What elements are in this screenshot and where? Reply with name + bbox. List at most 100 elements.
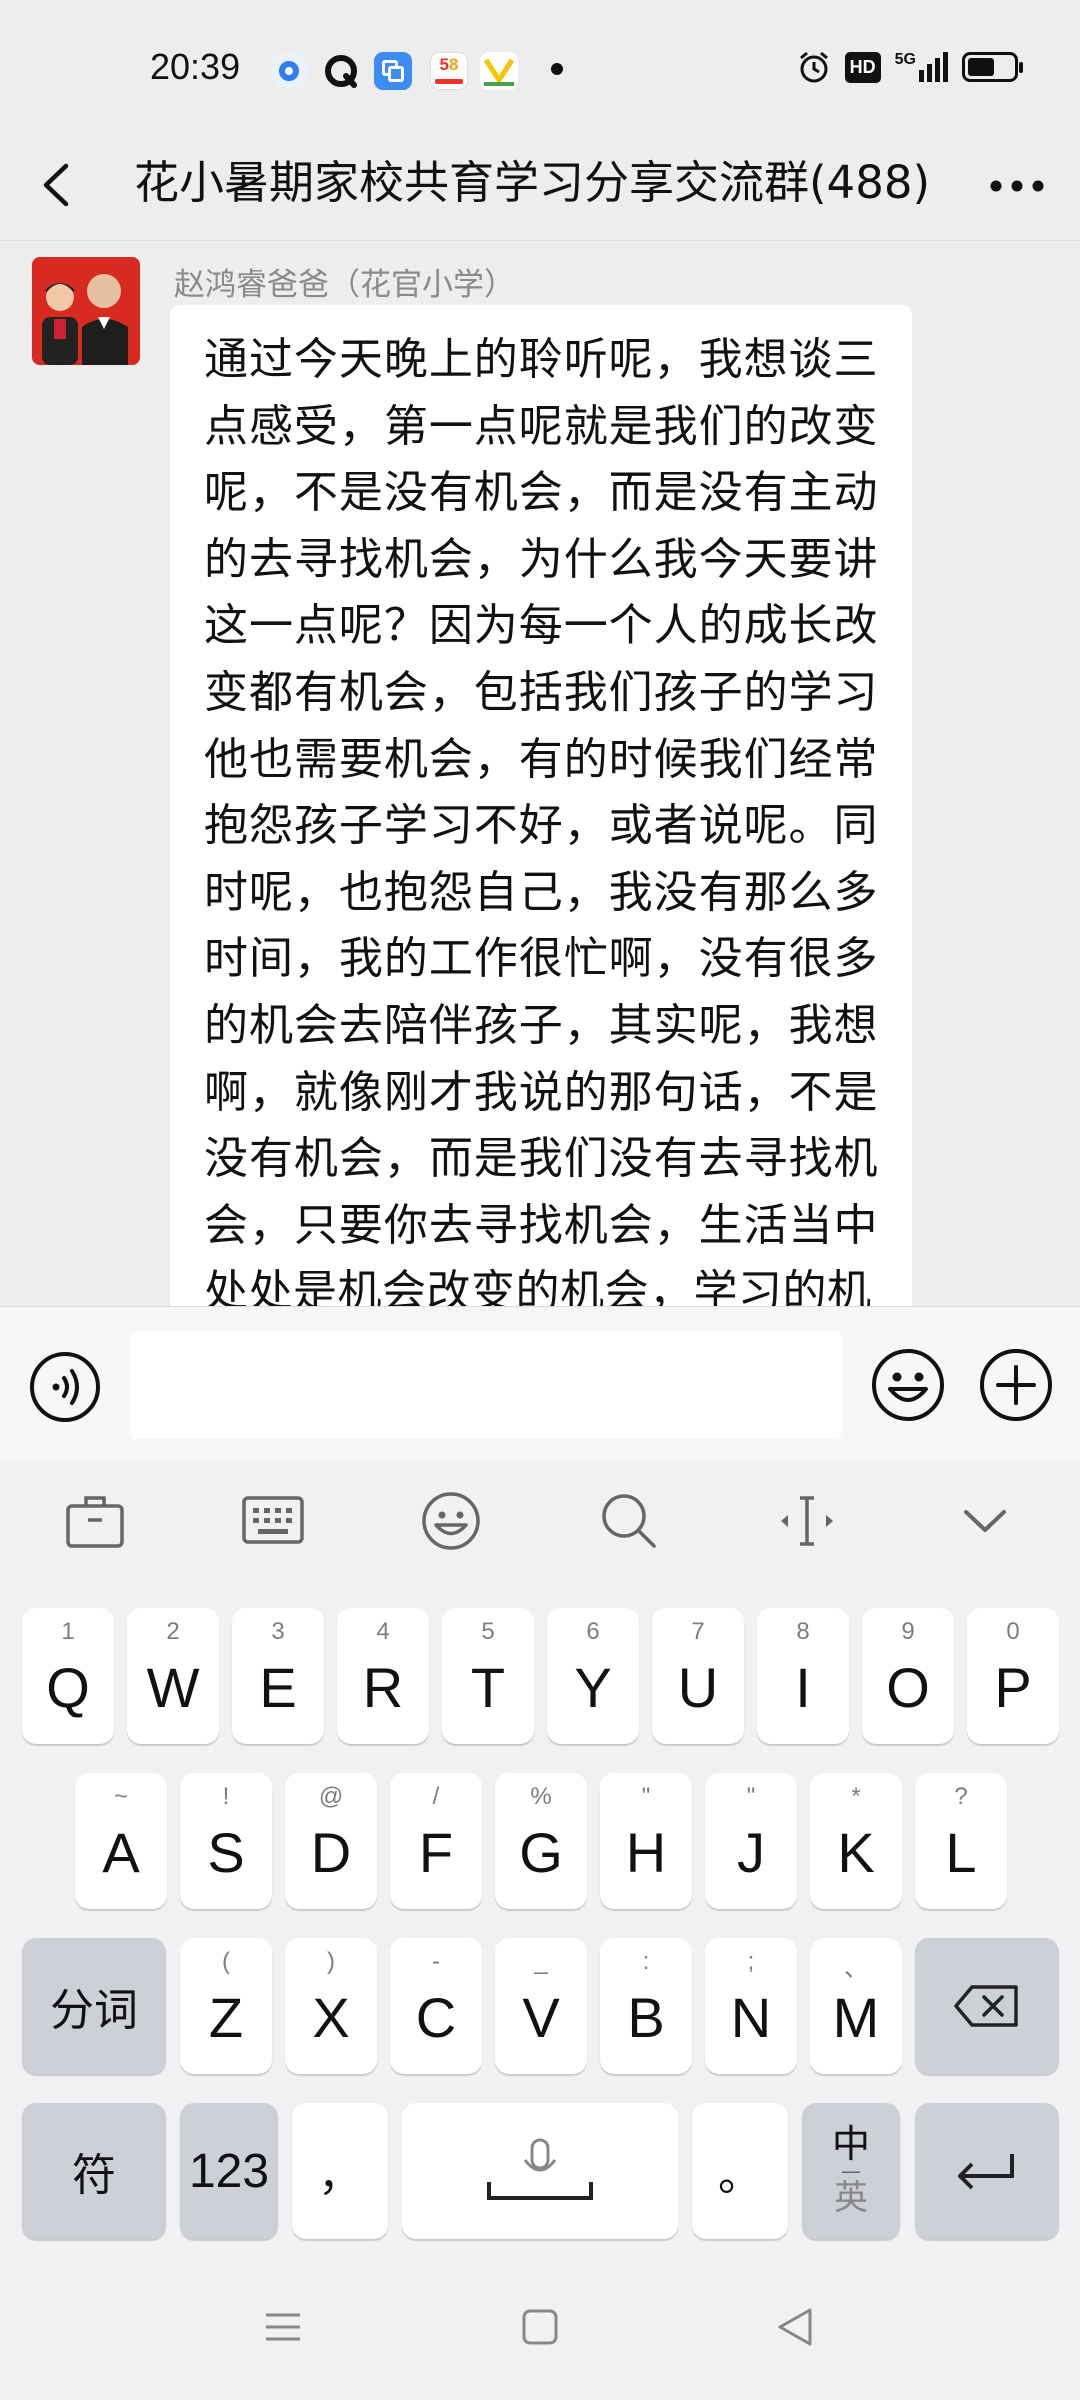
- key-i[interactable]: 8I: [757, 1608, 849, 1744]
- symbols-key[interactable]: 符: [22, 2103, 166, 2239]
- period-key[interactable]: 。: [692, 2103, 788, 2239]
- key-o[interactable]: 9O: [862, 1608, 954, 1744]
- key-g[interactable]: % G: [495, 1773, 587, 1909]
- key-sub: *: [851, 1783, 861, 1810]
- home-button[interactable]: [515, 2302, 565, 2352]
- square-icon: [522, 2309, 558, 2345]
- key-label: U: [677, 1655, 719, 1719]
- key-label-top: 中: [831, 2122, 870, 2166]
- key-label: W: [146, 1655, 200, 1719]
- key-sub: @: [318, 1783, 344, 1810]
- key-h[interactable]: " H: [600, 1773, 692, 1909]
- key-label: O: [886, 1655, 930, 1719]
- key-label: C: [415, 1985, 457, 2049]
- numbers-key[interactable]: 123: [180, 2103, 278, 2239]
- key-y[interactable]: 6Y: [547, 1608, 639, 1744]
- key-sub: :: [642, 1948, 650, 1975]
- key-sub: ~: [113, 1783, 128, 1810]
- search-button[interactable]: [596, 1488, 662, 1554]
- key-a[interactable]: ~ A: [75, 1773, 167, 1909]
- cursor-move-button[interactable]: [774, 1488, 840, 1554]
- key-label: G: [519, 1820, 563, 1884]
- chat-title: 花小暑期家校共育学习分享交流群(488): [134, 156, 931, 209]
- key-sub: 9: [901, 1618, 915, 1645]
- key-label: Y: [574, 1655, 612, 1719]
- recent-apps-button[interactable]: [258, 2302, 308, 2352]
- key-label: S: [207, 1820, 245, 1884]
- chat-messages[interactable]: 赵鸿睿爸爸（花官小学） 通过今天晚上的聆听呢，我想谈三点感受，第一点呢就是我们的…: [0, 240, 1080, 1306]
- key-sub: %: [530, 1783, 552, 1810]
- key-label: ，: [318, 2150, 362, 2201]
- key-m[interactable]: 、 M: [810, 1938, 902, 2074]
- comma-key[interactable]: ，: [292, 2103, 388, 2239]
- language-switch-key[interactable]: 中 — 英: [802, 2103, 900, 2239]
- key-label: B: [627, 1985, 665, 2049]
- menu-lines-icon: [266, 2313, 300, 2341]
- smiley-icon: [422, 1492, 480, 1550]
- avatar[interactable]: [32, 257, 140, 365]
- key-p[interactable]: 0P: [967, 1608, 1059, 1744]
- key-sub: ": [746, 1783, 756, 1810]
- voice-input-button[interactable]: [28, 1350, 102, 1424]
- key-label: T: [470, 1655, 506, 1719]
- key-t[interactable]: 5T: [442, 1608, 534, 1744]
- key-sub: 1: [61, 1618, 75, 1645]
- key-label: D: [310, 1820, 352, 1884]
- key-sub: 3: [271, 1618, 285, 1645]
- back-nav-button[interactable]: [772, 2302, 822, 2352]
- key-x[interactable]: ) X: [285, 1938, 377, 2074]
- key-u[interactable]: 7U: [652, 1608, 744, 1744]
- blue-circle-app-icon: [270, 52, 308, 90]
- enter-key[interactable]: [915, 2103, 1059, 2239]
- return-icon: [958, 2154, 1014, 2190]
- space-key[interactable]: [402, 2103, 678, 2239]
- message-input[interactable]: [130, 1331, 842, 1439]
- key-label: 。: [718, 2150, 762, 2201]
- key-e[interactable]: 3E: [232, 1608, 324, 1744]
- emoji-keyboard-button[interactable]: [418, 1488, 484, 1554]
- key-label: E: [259, 1655, 297, 1719]
- key-label: 123: [188, 2144, 270, 2198]
- key-f[interactable]: / F: [390, 1773, 482, 1909]
- black-q-app-icon: [322, 52, 360, 90]
- key-label: 分词: [50, 1985, 138, 2036]
- more-functions-button[interactable]: [978, 1347, 1054, 1423]
- key-sub: 6: [586, 1618, 600, 1645]
- key-r[interactable]: 4R: [337, 1608, 429, 1744]
- key-w[interactable]: 2W: [127, 1608, 219, 1744]
- backspace-icon: [954, 1985, 1018, 2027]
- hide-keyboard-button[interactable]: [952, 1488, 1018, 1554]
- key-sub: ;: [747, 1948, 755, 1975]
- key-z[interactable]: (Z: [180, 1938, 272, 2074]
- key-d[interactable]: @ D: [285, 1773, 377, 1909]
- back-button[interactable]: [30, 152, 90, 218]
- key-label-bottom: 英: [834, 2178, 868, 2218]
- search-icon: [602, 1494, 656, 1548]
- chevron-down-icon: [964, 1510, 1006, 1532]
- toolbox-button[interactable]: [62, 1488, 128, 1554]
- signal-icon: 5G: [895, 52, 948, 82]
- status-right: HD 5G: [797, 50, 1023, 84]
- emoji-button[interactable]: [870, 1347, 946, 1423]
- key-q[interactable]: 1Q: [22, 1608, 114, 1744]
- key-l[interactable]: ? L: [915, 1773, 1007, 1909]
- key-label: V: [522, 1985, 560, 2049]
- key-c[interactable]: -C: [390, 1938, 482, 2074]
- message-bubble[interactable]: 通过今天晚上的聆听呢，我想谈三点感受，第一点呢就是我们的改变呢，不是没有机会，而…: [170, 305, 912, 1306]
- key-label: F: [418, 1820, 454, 1884]
- key-b[interactable]: :B: [600, 1938, 692, 2074]
- fenci-key[interactable]: 分词: [22, 1938, 166, 2074]
- key-j[interactable]: " J: [705, 1773, 797, 1909]
- backspace-key[interactable]: [915, 1938, 1059, 2074]
- more-options-button[interactable]: [982, 156, 1052, 216]
- key-k[interactable]: * K: [810, 1773, 902, 1909]
- 58-app-icon: 58: [430, 52, 468, 90]
- key-s[interactable]: ! S: [180, 1773, 272, 1909]
- key-v[interactable]: _ V: [495, 1938, 587, 2074]
- battery-icon: [962, 52, 1023, 82]
- key-n[interactable]: ; N: [705, 1938, 797, 2074]
- key-sub: 0: [1006, 1618, 1020, 1645]
- key-sub: /: [432, 1783, 440, 1810]
- keyboard-toolbar: [0, 1460, 1080, 1590]
- keyboard-switch-button[interactable]: [240, 1488, 306, 1554]
